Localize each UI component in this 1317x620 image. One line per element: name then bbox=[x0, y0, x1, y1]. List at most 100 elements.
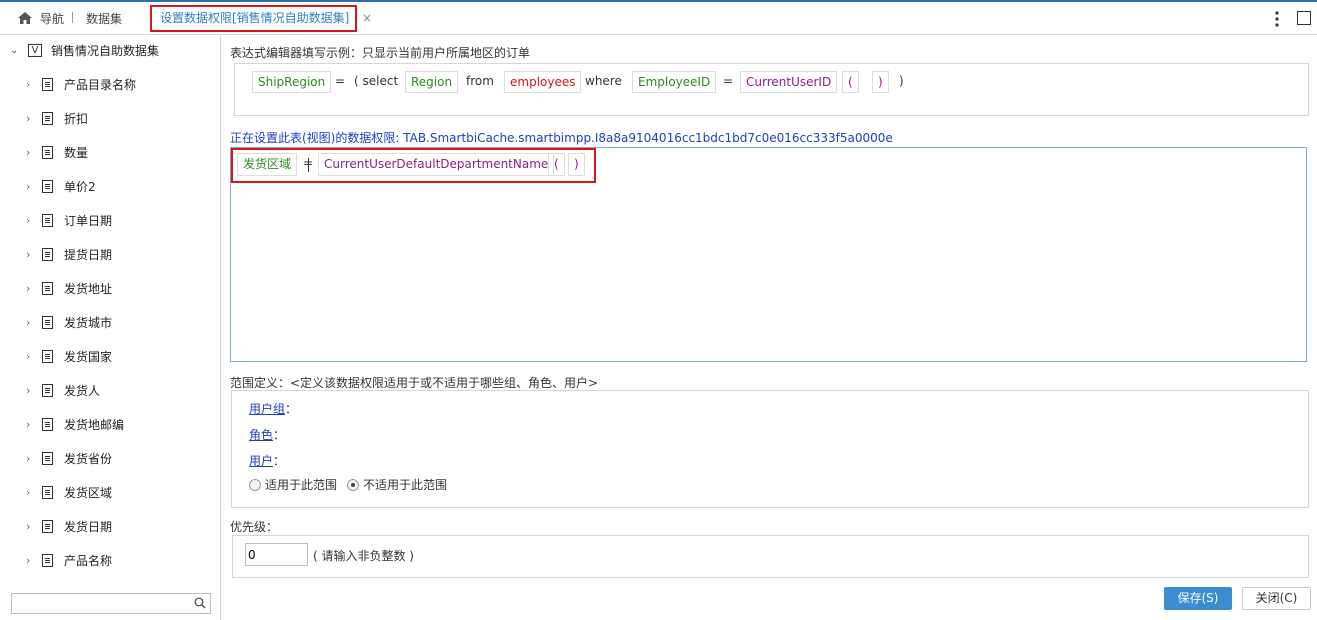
example-token-plain: = bbox=[335, 74, 346, 88]
nav-dataset-link[interactable]: 数据集 bbox=[86, 10, 122, 27]
tree-field-label: 发货人 bbox=[64, 383, 101, 398]
tree-field-label: 产品目录名称 bbox=[64, 77, 137, 92]
field-document-icon bbox=[42, 77, 53, 91]
scope-user-row: 用户： bbox=[249, 452, 285, 469]
user-colon: ： bbox=[273, 454, 286, 468]
tree-field-item[interactable]: › 提货日期 bbox=[26, 245, 112, 263]
search-icon[interactable] bbox=[194, 597, 206, 609]
chevron-right-icon[interactable]: › bbox=[26, 78, 36, 91]
close-button[interactable]: 关闭(C) bbox=[1242, 587, 1311, 610]
tree-field-label: 发货城市 bbox=[64, 315, 113, 330]
example-token-plain: ) bbox=[899, 74, 904, 88]
tree-field-label: 发货地址 bbox=[64, 281, 113, 296]
tab-set-data-permission[interactable]: 设置数据权限[销售情况自助数据集] bbox=[150, 5, 357, 32]
tree-search-input[interactable] bbox=[11, 593, 211, 614]
field-document-icon bbox=[42, 485, 53, 499]
save-button[interactable]: 保存(S) bbox=[1164, 587, 1232, 610]
editor-token-func[interactable]: CurrentUserDefaultDepartmentName bbox=[318, 153, 555, 176]
radio-not-apply-scope[interactable] bbox=[347, 478, 360, 491]
editor-token-func[interactable]: ( bbox=[548, 153, 565, 176]
user-group-link[interactable]: 用户组 bbox=[249, 402, 285, 416]
field-document-icon bbox=[42, 145, 53, 159]
tree-field-item[interactable]: › 产品目录名称 bbox=[26, 75, 136, 93]
field-document-icon bbox=[42, 349, 53, 363]
tree-field-item[interactable]: › 折扣 bbox=[26, 109, 88, 127]
example-token-paren: ( bbox=[842, 71, 859, 93]
example-token-field: ShipRegion bbox=[252, 71, 332, 93]
chevron-right-icon[interactable]: › bbox=[26, 316, 36, 329]
field-document-icon bbox=[42, 383, 53, 397]
user-link[interactable]: 用户 bbox=[249, 454, 273, 468]
tree-field-item[interactable]: › 发货省份 bbox=[26, 449, 112, 467]
example-token-plain: where bbox=[585, 74, 622, 88]
dataset-type-icon: V bbox=[28, 43, 42, 57]
priority-input[interactable] bbox=[245, 543, 308, 566]
example-token-table: employees bbox=[504, 71, 582, 93]
home-icon[interactable] bbox=[17, 10, 33, 26]
expression-example-label: 表达式编辑器填写示例：只显示当前用户所属地区的订单 bbox=[230, 46, 531, 60]
editor-token-func[interactable]: ) bbox=[568, 153, 585, 176]
tree-field-label: 数量 bbox=[64, 145, 89, 160]
field-document-icon bbox=[42, 179, 53, 193]
scope-mode-radios: 适用于此范围 不适用于此范围 bbox=[249, 476, 457, 493]
scope-group-row: 用户组： bbox=[249, 400, 297, 417]
tree-field-item[interactable]: › 产品名称 bbox=[26, 551, 112, 569]
scope-definition-box: 用户组： 角色： 用户： 适用于此范围 不适用于此范围 bbox=[231, 390, 1309, 508]
tree-field-label: 发货区域 bbox=[64, 485, 113, 500]
chevron-right-icon[interactable]: › bbox=[26, 112, 36, 125]
chevron-down-icon[interactable]: ⌄ bbox=[10, 45, 20, 56]
nav-home-link[interactable]: 导航 bbox=[40, 10, 64, 27]
current-table-label: 正在设置此表(视图)的数据权限: TAB.SmartbiCache.smartb… bbox=[230, 131, 893, 145]
tree-field-item[interactable]: › 发货区域 bbox=[26, 483, 112, 501]
radio-not-apply-label: 不适用于此范围 bbox=[363, 478, 448, 492]
example-token-plain: ( select bbox=[354, 74, 399, 88]
text-caret bbox=[308, 158, 309, 172]
chevron-right-icon[interactable]: › bbox=[26, 180, 36, 193]
tree-field-item[interactable]: › 发货日期 bbox=[26, 517, 112, 535]
chevron-right-icon[interactable]: › bbox=[26, 248, 36, 261]
tree-field-item[interactable]: › 发货国家 bbox=[26, 347, 112, 365]
tree-field-label: 发货省份 bbox=[64, 451, 113, 466]
chevron-right-icon[interactable]: › bbox=[26, 554, 36, 567]
editor-token-field[interactable]: 发货区域 bbox=[237, 153, 298, 176]
priority-label: 优先级： bbox=[230, 520, 279, 534]
chevron-right-icon[interactable]: › bbox=[26, 214, 36, 227]
tab-close-icon[interactable]: × bbox=[362, 11, 372, 25]
radio-apply-scope[interactable] bbox=[249, 478, 261, 491]
radio-apply-label: 适用于此范围 bbox=[265, 478, 338, 492]
tree-field-label: 产品名称 bbox=[64, 553, 113, 568]
tree-field-item[interactable]: › 发货地址 bbox=[26, 279, 112, 297]
more-vertical-icon[interactable] bbox=[1272, 10, 1282, 28]
dataset-tree-panel: ⌄ V 销售情况自助数据集 › 产品目录名称 › 折扣 › 数量 › 单价2 › 订单日期 › 提货日… bbox=[0, 36, 221, 620]
field-document-icon bbox=[42, 213, 53, 227]
chevron-right-icon[interactable]: › bbox=[26, 146, 36, 159]
tree-root-label: 销售情况自助数据集 bbox=[51, 43, 160, 58]
user-group-colon: ： bbox=[285, 402, 298, 416]
nav-divider bbox=[72, 12, 73, 23]
tree-root-dataset[interactable]: ⌄ V 销售情况自助数据集 bbox=[10, 41, 159, 59]
tree-field-item[interactable]: › 数量 bbox=[26, 143, 88, 161]
tab-bar: 导航 数据集 设置数据权限[销售情况自助数据集] × bbox=[0, 0, 1317, 35]
chevron-right-icon[interactable]: › bbox=[26, 520, 36, 533]
example-token-plain: = bbox=[723, 74, 734, 88]
role-link[interactable]: 角色 bbox=[249, 428, 273, 442]
chevron-right-icon[interactable]: › bbox=[26, 384, 36, 397]
tree-field-item[interactable]: › 单价2 bbox=[26, 177, 96, 195]
example-token-func: CurrentUserID bbox=[740, 71, 838, 93]
chevron-right-icon[interactable]: › bbox=[26, 452, 36, 465]
chevron-right-icon[interactable]: › bbox=[26, 418, 36, 431]
tree-field-item[interactable]: › 发货人 bbox=[26, 381, 100, 399]
chevron-right-icon[interactable]: › bbox=[26, 350, 36, 363]
maximize-icon[interactable] bbox=[1297, 11, 1311, 25]
field-document-icon bbox=[42, 111, 53, 125]
tree-field-item[interactable]: › 发货城市 bbox=[26, 313, 112, 331]
tree-field-label: 发货日期 bbox=[64, 519, 113, 534]
chevron-right-icon[interactable]: › bbox=[26, 486, 36, 499]
field-document-icon bbox=[42, 281, 53, 295]
tree-field-item[interactable]: › 发货地邮编 bbox=[26, 415, 124, 433]
example-token-field: EmployeeID bbox=[632, 71, 717, 93]
expression-editor[interactable]: 发货区域=CurrentUserDefaultDepartmentName() bbox=[230, 147, 1307, 362]
tree-field-item[interactable]: › 订单日期 bbox=[26, 211, 112, 229]
field-document-icon bbox=[42, 451, 53, 465]
chevron-right-icon[interactable]: › bbox=[26, 282, 36, 295]
